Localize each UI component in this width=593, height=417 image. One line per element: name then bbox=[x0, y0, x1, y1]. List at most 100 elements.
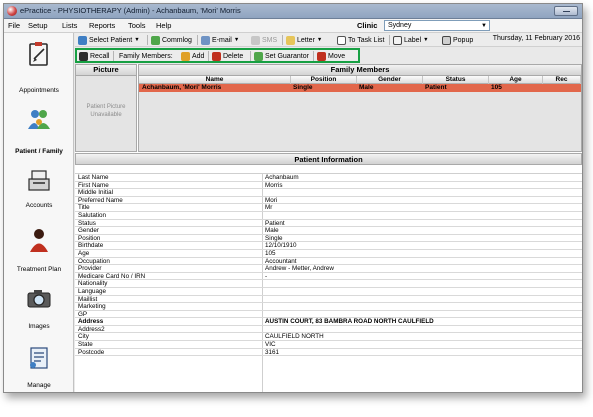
field-value[interactable]: Mori bbox=[265, 197, 580, 204]
family-members-header: Family Members bbox=[139, 65, 581, 76]
table-row[interactable]: Provider Andrew - Metter, Andrew bbox=[75, 265, 582, 273]
field-value[interactable]: 105 bbox=[265, 250, 580, 257]
table-row[interactable]: City CAULFIELD NORTH bbox=[75, 333, 582, 342]
table-row[interactable]: Title Mr bbox=[75, 204, 582, 212]
sidebar-item-accounts[interactable]: Accounts bbox=[4, 167, 74, 217]
table-row[interactable]: Marketing bbox=[75, 303, 582, 311]
field-label: Salutation bbox=[78, 211, 107, 219]
menu-file[interactable]: File bbox=[8, 21, 20, 30]
letter-button[interactable]: Letter ▼ bbox=[286, 34, 322, 46]
move-family-member-button[interactable]: Move bbox=[317, 51, 345, 61]
clinic-select[interactable]: Sydney ▼ bbox=[384, 20, 490, 31]
field-value[interactable]: 12/10/1910 bbox=[265, 242, 580, 249]
field-label: Title bbox=[78, 204, 90, 212]
patient-picture-placeholder[interactable]: Patient Picture Unavailable bbox=[78, 103, 134, 119]
table-row[interactable]: Gender Male bbox=[75, 227, 582, 235]
field-label: Nationality bbox=[78, 280, 108, 288]
field-label: Marketing bbox=[78, 303, 106, 311]
family-member-status: Patient bbox=[425, 84, 447, 91]
column-header-gender[interactable]: Gender bbox=[357, 76, 423, 84]
select-patient-button[interactable]: Select Patient ▼ bbox=[78, 34, 140, 46]
table-row[interactable]: GP bbox=[75, 311, 582, 319]
table-row[interactable]: Postcode 3161 bbox=[75, 349, 582, 357]
add-family-member-button[interactable]: Add bbox=[181, 51, 204, 61]
sidebar-item-label: Manage bbox=[27, 382, 51, 389]
field-value[interactable] bbox=[265, 189, 580, 196]
table-row[interactable]: Last Name Achanbaum bbox=[75, 174, 582, 182]
family-member-rec bbox=[545, 84, 581, 92]
menu-help[interactable]: Help bbox=[156, 21, 171, 30]
field-value[interactable]: 3161 bbox=[265, 349, 580, 356]
table-row[interactable]: Achanbaum, 'Mori' Morris Single Male Pat… bbox=[139, 84, 581, 92]
field-value[interactable]: Accountant bbox=[265, 258, 580, 265]
table-row[interactable]: Position Single bbox=[75, 235, 582, 243]
field-label: GP bbox=[78, 310, 88, 318]
sidebar-item-manage[interactable]: Manage bbox=[4, 343, 74, 392]
field-value[interactable]: Single bbox=[265, 235, 580, 242]
person-icon bbox=[30, 229, 48, 252]
field-value[interactable]: Morris bbox=[265, 182, 580, 189]
field-value[interactable]: Male bbox=[265, 227, 580, 234]
delete-family-member-button[interactable]: Delete bbox=[212, 51, 243, 61]
field-label: First Name bbox=[78, 181, 109, 189]
table-row[interactable]: Status Patient bbox=[75, 220, 582, 228]
commlog-button[interactable]: Commlog bbox=[151, 34, 192, 46]
label-button[interactable]: Label ▼ bbox=[393, 34, 429, 46]
field-value[interactable]: CAULFIELD NORTH bbox=[265, 333, 580, 340]
table-row[interactable]: Middle Initial bbox=[75, 189, 582, 197]
table-row[interactable]: First Name Morris bbox=[75, 182, 582, 190]
recall-button[interactable]: Recall bbox=[79, 51, 109, 61]
table-row[interactable]: Birthdate 12/10/1910 bbox=[75, 242, 582, 250]
menu-setup[interactable]: Setup bbox=[28, 21, 48, 30]
minimize-button[interactable] bbox=[554, 6, 578, 16]
column-header-rec[interactable]: Rec bbox=[543, 76, 581, 84]
field-value[interactable] bbox=[265, 296, 580, 303]
menu-reports[interactable]: Reports bbox=[89, 21, 115, 30]
field-value[interactable] bbox=[265, 311, 580, 318]
sidebar-item-images[interactable]: Images bbox=[4, 285, 74, 335]
window-title: ePractice - PHYSIOTHERAPY (Admin) - Acha… bbox=[20, 6, 241, 15]
field-value[interactable]: Andrew - Metter, Andrew bbox=[265, 265, 580, 272]
field-value[interactable]: - bbox=[265, 273, 580, 280]
table-row[interactable]: Address2 bbox=[75, 326, 582, 334]
table-row[interactable]: State VIC bbox=[75, 341, 582, 349]
menu-lists[interactable]: Lists bbox=[62, 21, 77, 30]
column-header-age[interactable]: Age bbox=[489, 76, 543, 84]
field-value[interactable]: Achanbaum bbox=[265, 174, 580, 181]
field-label: Maillist bbox=[78, 295, 98, 303]
column-header-name[interactable]: Name bbox=[139, 76, 291, 84]
field-label: Occupation bbox=[78, 257, 110, 265]
table-row[interactable]: Age 105 bbox=[75, 250, 582, 258]
sidebar-item-treatment-plan[interactable]: Treatment Plan bbox=[4, 223, 74, 273]
table-row[interactable]: Maillist bbox=[75, 296, 582, 304]
field-value[interactable] bbox=[265, 288, 580, 295]
table-row[interactable]: Address AUSTIN COURT, 83 BAMBRA ROAD NORT… bbox=[75, 318, 582, 326]
field-value[interactable] bbox=[265, 280, 580, 287]
table-row[interactable]: Language bbox=[75, 288, 582, 296]
popup-button[interactable]: Popup bbox=[442, 34, 473, 46]
to-task-list-button[interactable]: To Task List bbox=[337, 34, 384, 46]
set-guarantor-button[interactable]: Set Guarantor bbox=[254, 51, 309, 61]
field-value[interactable]: Patient bbox=[265, 220, 580, 227]
field-value[interactable] bbox=[265, 326, 580, 333]
add-person-icon bbox=[181, 51, 190, 61]
sidebar-item-appointments[interactable]: Appointments bbox=[4, 41, 74, 96]
email-button[interactable]: E-mail ▼ bbox=[201, 34, 239, 46]
column-header-status[interactable]: Status bbox=[423, 76, 489, 84]
field-label: State bbox=[78, 341, 93, 349]
column-header-position[interactable]: Position bbox=[291, 76, 357, 84]
table-row[interactable]: Occupation Accountant bbox=[75, 258, 582, 266]
menu-tools[interactable]: Tools bbox=[128, 21, 146, 30]
field-value[interactable] bbox=[265, 303, 580, 310]
table-row[interactable]: Salutation bbox=[75, 212, 582, 220]
field-value[interactable] bbox=[265, 212, 580, 219]
field-value[interactable]: Mr bbox=[265, 204, 580, 211]
sidebar-item-patient-family[interactable]: Patient / Family bbox=[4, 105, 74, 160]
field-value[interactable]: AUSTIN COURT, 83 BAMBRA ROAD NORTH CAULF… bbox=[265, 318, 580, 325]
sms-button[interactable]: SMS bbox=[251, 34, 277, 46]
table-row[interactable]: Medicare Card No / IRN - bbox=[75, 273, 582, 281]
field-label: Age bbox=[78, 249, 90, 257]
table-row[interactable]: Preferred Name Mori bbox=[75, 197, 582, 205]
table-row[interactable]: Nationality bbox=[75, 280, 582, 288]
field-value[interactable]: VIC bbox=[265, 341, 580, 348]
